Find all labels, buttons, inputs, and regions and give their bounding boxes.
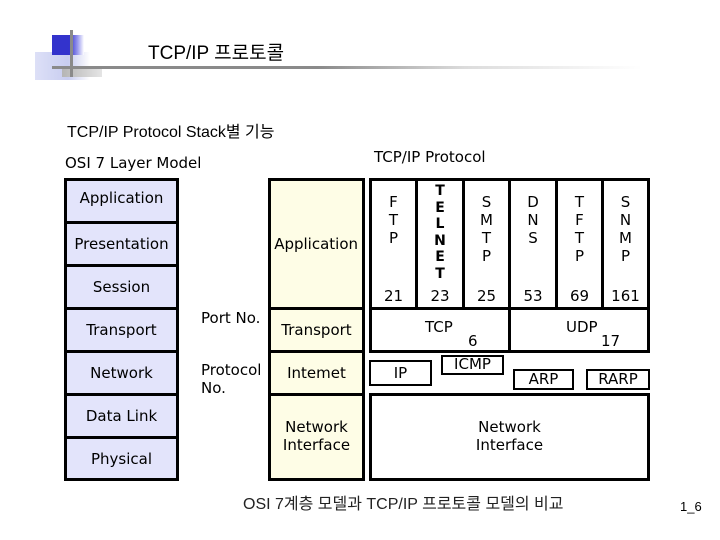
letter: L [435,216,445,232]
tcpip-layer-label: Intemet [287,364,346,382]
letter: E [435,249,445,265]
slide-subtitle: TCP/IP Protocol Stack별 기능 [67,124,275,141]
letter: P [574,247,585,265]
letter: N [619,211,632,229]
letter: P [388,229,399,247]
letter: S [620,193,631,211]
letter: T [388,211,399,229]
osi-layer-session: Session [64,264,179,310]
port-number: 53 [523,287,543,305]
protocol-name: ICMP [454,355,491,373]
letter: N [527,211,539,229]
letter: M [480,211,493,229]
osi-layer-label: Transport [86,321,157,339]
protocol-smtp: S M T P 25 [462,178,511,310]
letter: M [619,229,632,247]
protocol-ftp: F T P 21 [369,178,418,310]
logo-decoration-line [70,30,73,77]
letter: F [389,193,398,211]
port-number: 23 [430,287,450,305]
osi-layer-application: Application [64,178,179,224]
protocol-letters: T E L N E T [434,183,446,282]
tcpip-layer-label: Application [274,235,358,253]
letter: T [435,265,445,282]
protocol-number: 17 [601,332,621,350]
osi-layer-label: Physical [90,449,153,468]
port-number: 69 [569,287,590,305]
protocol-letters: D N S [527,193,539,247]
tcpip-layer-application: Application [268,178,365,310]
letter: T [435,183,445,199]
protocol-arp: ARP [513,369,574,390]
protocol-number: 6 [468,332,478,350]
port-number-label: Port No. [201,309,261,327]
letter: N [434,232,446,249]
letter: T [574,193,585,211]
osi-layer-label: Data Link [85,407,158,425]
protocol-name: Network Interface [475,418,544,454]
protocol-dns: D N S 53 [508,178,558,310]
osi-heading: OSI 7 Layer Model [65,154,202,172]
letter: S [481,193,492,211]
protocol-snmp: S N M P 161 [601,178,650,310]
letter: P [481,247,492,265]
protocol-network-interface: Network Interface [369,393,650,481]
page-number: 1_6 [680,499,702,514]
protocol-rarp: RARP [586,369,650,390]
letter: S [528,229,538,247]
title-rule [52,66,642,69]
letter: P [620,247,631,265]
osi-layer-data-link: Data Link [64,393,179,439]
letter: T [481,229,492,247]
tcpip-layer-internet: Intemet [268,350,365,396]
tcpip-layer-transport: Transport [268,307,365,353]
osi-layer-label: Session [92,278,151,296]
protocol-name: UDP [566,318,598,336]
protocol-letters: T F T P [575,193,584,265]
tcpip-layer-label: Network Interface [282,418,351,454]
protocol-letters: S M T P [480,193,493,265]
osi-layer-physical: Physical [64,436,179,481]
protocol-letters: S N M P [619,193,632,265]
letter: D [527,193,539,211]
osi-layer-transport: Transport [64,307,179,353]
protocol-udp: UDP 17 [508,307,650,353]
osi-layer-presentation: Presentation [64,221,179,267]
osi-layer-network: Network [64,350,179,396]
port-number: 161 [611,287,640,305]
logo-decoration-blue [52,35,84,55]
figure-caption: OSI 7계층 모델과 TCP/IP 프로토콜 모델의 비교 [243,496,564,513]
protocol-name: TCP [425,318,453,336]
protocol-letters: F T P [389,193,398,247]
letter: F [575,211,584,229]
port-number: 21 [383,287,404,305]
tcpip-layer-label: Transport [281,321,352,339]
port-number: 25 [476,287,497,305]
protocol-name: IP [393,364,408,382]
tcpip-protocol-heading: TCP/IP Protocol [374,148,486,166]
osi-layer-label: Presentation [74,235,169,253]
tcpip-layer-network-interface: Network Interface [268,393,365,481]
protocol-name: RARP [598,370,638,388]
logo-decoration-grey [62,68,102,77]
protocol-ip: IP [369,360,432,386]
protocol-name: ARP [528,370,559,388]
osi-layer-label: Network [90,364,153,382]
protocol-tcp: TCP 6 [369,307,511,353]
slide-title: TCP/IP 프로토콜 [148,43,285,64]
protocol-telnet: T E L N E T 23 [415,178,465,310]
protocol-icmp: ICMP [441,355,504,375]
osi-layer-label: Application [79,189,164,207]
protocol-tftp: T F T P 69 [555,178,604,310]
letter: E [435,199,445,216]
letter: T [574,229,585,247]
protocol-number-label: Protocol No. [201,361,262,397]
